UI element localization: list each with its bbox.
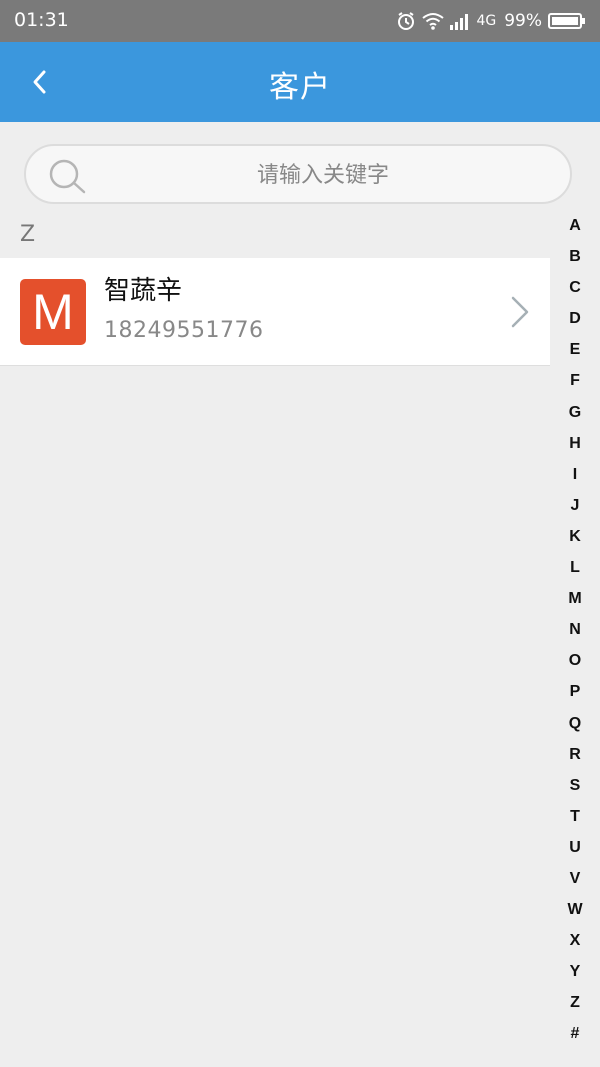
index-letter[interactable]: #	[556, 1022, 594, 1053]
signal-icon	[450, 12, 470, 30]
page-title: 客户	[269, 70, 331, 105]
status-time: 01:31	[14, 9, 69, 31]
index-letter[interactable]: I	[556, 463, 594, 494]
alarm-icon	[396, 11, 416, 31]
contact-name: 智蔬辛	[104, 276, 183, 306]
index-letter[interactable]: S	[556, 774, 594, 805]
alphabet-index[interactable]: A B C D E F G H I J K L M N O P Q R S T U V W X Y Z #	[556, 214, 594, 1054]
index-letter[interactable]: J	[556, 494, 594, 525]
avatar: M	[20, 279, 86, 345]
index-letter[interactable]: G	[556, 401, 594, 432]
index-letter[interactable]: U	[556, 836, 594, 867]
index-letter[interactable]: N	[556, 618, 594, 649]
index-letter[interactable]: C	[556, 276, 594, 307]
index-letter[interactable]: H	[556, 432, 594, 463]
app-bar: 客户	[0, 42, 600, 122]
index-letter[interactable]: R	[556, 743, 594, 774]
index-letter[interactable]: D	[556, 307, 594, 338]
status-icons: 4G 99%	[396, 7, 586, 35]
index-letter[interactable]: A	[556, 214, 594, 245]
status-bar: 01:31 4G 99%	[0, 0, 600, 42]
index-letter[interactable]: Q	[556, 712, 594, 743]
section-header: Z	[20, 222, 36, 247]
wifi-icon	[422, 12, 445, 30]
index-letter[interactable]: V	[556, 867, 594, 898]
search-input[interactable]	[96, 146, 550, 204]
search-icon	[46, 158, 88, 194]
search-bar[interactable]	[24, 144, 572, 204]
index-letter[interactable]: W	[556, 898, 594, 929]
network-type: 4G	[476, 13, 497, 29]
index-letter[interactable]: Z	[556, 991, 594, 1022]
index-letter[interactable]: K	[556, 525, 594, 556]
contact-phone: 18249551776	[104, 318, 264, 343]
index-letter[interactable]: M	[556, 587, 594, 618]
index-letter[interactable]: Y	[556, 960, 594, 991]
index-letter[interactable]: B	[556, 245, 594, 276]
index-letter[interactable]: O	[556, 649, 594, 680]
index-letter[interactable]: T	[556, 805, 594, 836]
index-letter[interactable]: P	[556, 680, 594, 711]
contact-list-item[interactable]: M 智蔬辛 18249551776	[0, 258, 550, 366]
index-letter[interactable]: L	[556, 556, 594, 587]
battery-percent: 99%	[504, 11, 542, 31]
chevron-right-icon	[508, 294, 532, 330]
index-letter[interactable]: X	[556, 929, 594, 960]
index-letter[interactable]: F	[556, 369, 594, 400]
battery-icon	[548, 12, 586, 30]
index-letter[interactable]: E	[556, 338, 594, 369]
